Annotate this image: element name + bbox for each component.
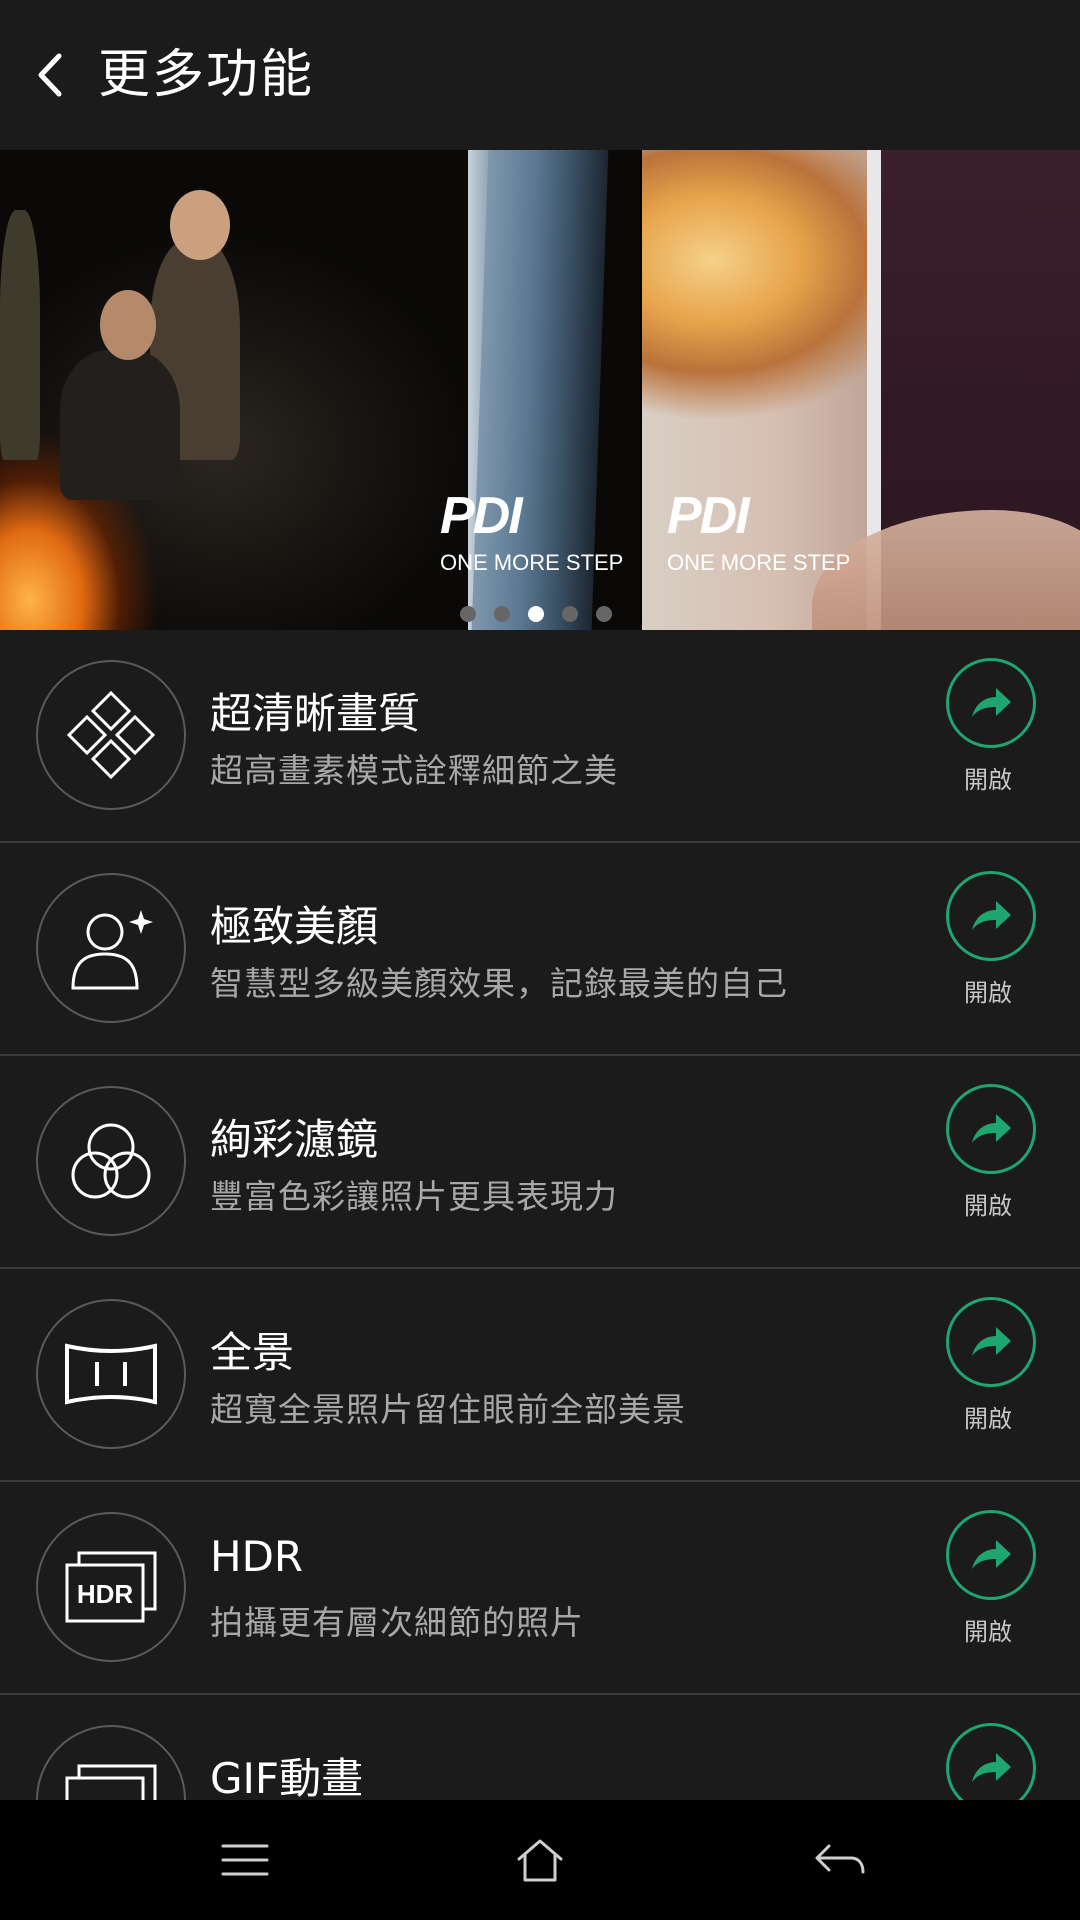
system-nav-bar xyxy=(0,1800,1080,1920)
banner-slide-1[interactable]: PDI ONE MORE STEP xyxy=(0,150,640,630)
share-arrow-icon xyxy=(972,1540,1011,1569)
hdr-icon-label: HDR xyxy=(77,1579,134,1609)
open-feature-button[interactable] xyxy=(946,658,1036,748)
share-arrow-icon xyxy=(972,1327,1011,1356)
page-dot-active[interactable] xyxy=(528,606,544,622)
menu-button[interactable] xyxy=(200,1825,290,1895)
logo-mark: PDI xyxy=(440,487,523,545)
feature-item-panorama[interactable]: 全景 超寬全景照片留住眼前全部美景 開啟 xyxy=(0,1269,1080,1482)
feature-title: 絢彩濾鏡 xyxy=(210,1115,379,1164)
open-feature-button[interactable] xyxy=(946,1297,1036,1387)
feature-icon-frame xyxy=(36,660,186,810)
feature-description: 拍攝更有層次細節的照片 xyxy=(210,1603,584,1642)
back-nav-button[interactable] xyxy=(795,1825,885,1895)
feature-item-beauty[interactable]: 極致美顏 智慧型多級美顏效果，記錄最美的自己 開啟 xyxy=(0,843,1080,1056)
home-button[interactable] xyxy=(495,1825,585,1895)
page-dot[interactable] xyxy=(562,606,578,622)
feature-banner-carousel[interactable]: PDI ONE MORE STEP PDI ONE MORE STEP xyxy=(0,150,1080,630)
color-circles-icon xyxy=(71,1123,151,1199)
panorama-icon xyxy=(65,1343,157,1405)
feature-list: 超清晰畫質 超高畫素模式詮釋細節之美 開啟 極致美顏 智慧型多級美顏效果，記錄最… xyxy=(0,630,1080,1906)
feature-title: 全景 xyxy=(210,1328,295,1377)
feature-description: 豐富色彩讓照片更具表現力 xyxy=(210,1177,618,1216)
banner-tagline: ONE MORE STEP xyxy=(667,550,851,575)
feature-title: HDR xyxy=(210,1532,304,1581)
feature-item-color-filter[interactable]: 絢彩濾鏡 豐富色彩讓照片更具表現力 開啟 xyxy=(0,1056,1080,1269)
open-feature-button[interactable] xyxy=(946,1084,1036,1174)
banner-slide-2[interactable]: PDI ONE MORE STEP xyxy=(642,150,1080,630)
carousel-page-indicator xyxy=(460,606,612,622)
feature-title: GIF動畫 xyxy=(210,1754,364,1803)
share-arrow-icon xyxy=(972,901,1011,930)
feature-icon-frame xyxy=(36,1299,186,1449)
photo-hand xyxy=(812,510,1080,630)
page-dot[interactable] xyxy=(596,606,612,622)
share-arrow-icon xyxy=(972,1753,1011,1782)
open-label: 開啟 xyxy=(964,979,1012,1007)
photo-person xyxy=(0,210,40,460)
app-header: 更多功能 xyxy=(0,0,1080,150)
diamond-grid-icon xyxy=(66,690,156,780)
brand-logo: PDI ONE MORE STEP xyxy=(440,490,623,576)
back-button[interactable] xyxy=(22,40,78,110)
feature-title: 極致美顏 xyxy=(210,902,379,951)
open-label: 開啟 xyxy=(964,1618,1012,1646)
open-label: 開啟 xyxy=(964,1405,1012,1433)
logo-mark: PDI xyxy=(667,487,750,545)
menu-icon xyxy=(221,1844,269,1876)
chevron-left-icon xyxy=(38,53,62,97)
photo-person xyxy=(60,350,180,500)
open-feature-button[interactable] xyxy=(946,871,1036,961)
open-label: 開啟 xyxy=(964,1192,1012,1220)
open-feature-button[interactable] xyxy=(946,1510,1036,1600)
photo-person xyxy=(100,290,156,360)
feature-description: 超高畫素模式詮釋細節之美 xyxy=(210,751,618,790)
feature-description: 超寬全景照片留住眼前全部美景 xyxy=(210,1390,686,1429)
photo-person xyxy=(170,190,230,260)
feature-description: 智慧型多級美顏效果，記錄最美的自己 xyxy=(210,964,788,1003)
back-icon xyxy=(815,1844,865,1874)
page-title: 更多功能 xyxy=(98,45,315,105)
person-sparkle-icon xyxy=(71,910,153,990)
open-label: 開啟 xyxy=(964,766,1012,794)
share-arrow-icon xyxy=(972,1114,1011,1143)
page-dot[interactable] xyxy=(494,606,510,622)
banner-tagline: ONE MORE STEP xyxy=(440,550,624,575)
hdr-icon: HDR xyxy=(65,1551,157,1623)
feature-icon-frame: HDR xyxy=(36,1512,186,1662)
page-dot[interactable] xyxy=(460,606,476,622)
home-icon xyxy=(517,1839,563,1882)
feature-item-super-resolution[interactable]: 超清晰畫質 超高畫素模式詮釋細節之美 開啟 xyxy=(0,630,1080,843)
share-arrow-icon xyxy=(972,688,1011,717)
feature-icon-frame xyxy=(36,873,186,1023)
feature-icon-frame xyxy=(36,1086,186,1236)
brand-logo: PDI ONE MORE STEP xyxy=(667,490,850,576)
feature-title: 超清晰畫質 xyxy=(210,689,421,738)
feature-item-hdr[interactable]: HDR HDR 拍攝更有層次細節的照片 開啟 xyxy=(0,1482,1080,1695)
